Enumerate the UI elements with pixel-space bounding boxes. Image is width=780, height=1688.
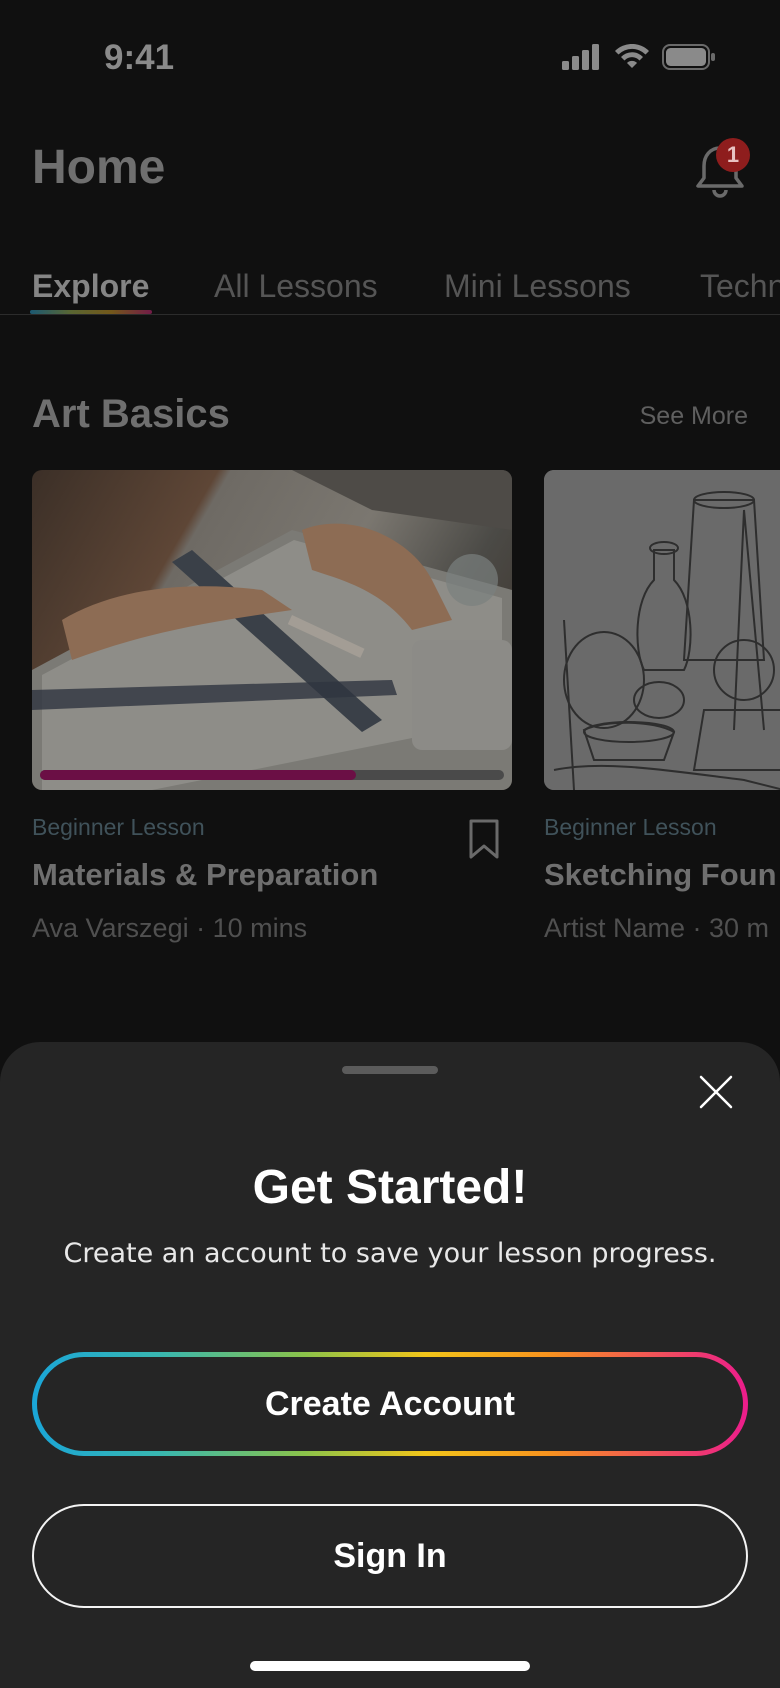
lesson-card[interactable]: Beginner Lesson Materials & Preparation … bbox=[32, 470, 512, 944]
tab-mini-lessons[interactable]: Mini Lessons bbox=[444, 268, 631, 305]
close-icon[interactable] bbox=[696, 1072, 736, 1112]
lesson-title: Sketching Foun bbox=[544, 857, 777, 892]
get-started-sheet: Get Started! Create an account to save y… bbox=[0, 1042, 780, 1688]
lesson-level: Beginner Lesson bbox=[544, 814, 717, 840]
sheet-title: Get Started! bbox=[252, 1161, 528, 1214]
lesson-level: Beginner Lesson bbox=[32, 814, 205, 840]
notification-badge: 1 bbox=[716, 138, 750, 172]
battery-icon bbox=[662, 44, 715, 70]
create-account-button[interactable]: Create Account bbox=[32, 1352, 748, 1456]
status-icons bbox=[562, 44, 716, 70]
lesson-thumbnail bbox=[32, 470, 512, 790]
tab-all-lessons[interactable]: All Lessons bbox=[214, 268, 378, 305]
signal-icon bbox=[562, 44, 599, 70]
sign-in-button[interactable]: Sign In bbox=[32, 1504, 748, 1608]
active-tab-indicator bbox=[30, 310, 152, 314]
status-bar: 9:41 bbox=[0, 0, 780, 120]
lesson-progress-bar bbox=[40, 770, 504, 780]
still-life-sketch-image bbox=[544, 470, 780, 790]
lesson-card[interactable]: Beginner Lesson Sketching Foun Artist Na… bbox=[544, 470, 780, 944]
lesson-meta: Ava Varszegi · 10 mins bbox=[32, 913, 308, 943]
tab-techniques[interactable]: Techn bbox=[700, 268, 780, 305]
bookmark-icon[interactable] bbox=[468, 818, 500, 860]
sheet-grabber[interactable] bbox=[342, 1066, 438, 1074]
home-screen: 9:41 Home 1 Explore All Lessons Mini Les… bbox=[0, 0, 780, 1688]
tab-explore[interactable]: Explore bbox=[32, 268, 149, 305]
page-title: Home bbox=[32, 141, 166, 194]
wifi-icon bbox=[615, 44, 649, 68]
see-more-link[interactable]: See More bbox=[640, 402, 748, 431]
lesson-meta: Artist Name · 30 m bbox=[544, 913, 770, 943]
lesson-progress-fill bbox=[40, 770, 356, 780]
status-time: 9:41 bbox=[104, 38, 175, 77]
create-account-label: Create Account bbox=[37, 1357, 743, 1451]
lesson-title: Materials & Preparation bbox=[32, 857, 379, 892]
home-indicator bbox=[250, 1661, 530, 1671]
sheet-subtitle: Create an account to save your lesson pr… bbox=[63, 1238, 717, 1269]
lesson-thumbnail bbox=[544, 470, 780, 790]
section-title: Art Basics bbox=[32, 392, 230, 436]
drafting-image bbox=[32, 470, 512, 790]
tab-bar: Explore All Lessons Mini Lessons Techn bbox=[0, 262, 780, 315]
